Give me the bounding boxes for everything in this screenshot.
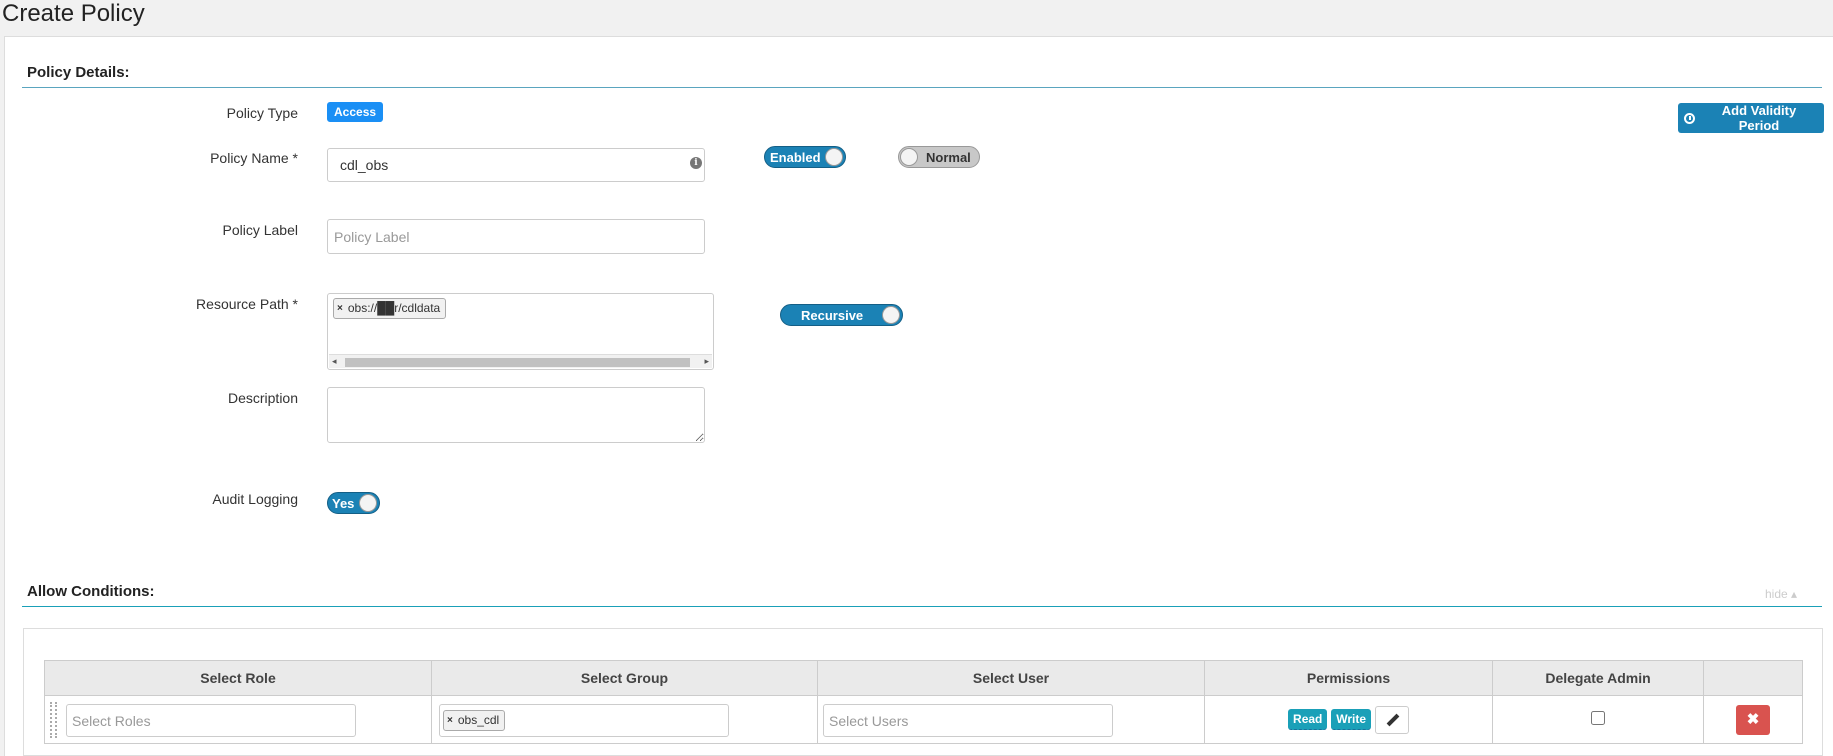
recursive-toggle[interactable]: Recursive xyxy=(780,304,903,326)
column-header-permissions: Permissions xyxy=(1204,660,1493,696)
hide-link[interactable]: hide ▴ xyxy=(1765,587,1797,601)
select-user-cell xyxy=(817,695,1205,744)
policy-label-label: Policy Label xyxy=(222,222,299,238)
policy-type-label: Policy Type xyxy=(226,105,298,121)
select-group-cell: × obs_cdl xyxy=(431,695,818,744)
toggle-knob xyxy=(825,148,843,166)
info-icon[interactable]: i xyxy=(690,157,702,169)
description-textarea[interactable] xyxy=(327,387,705,443)
horizontal-scrollbar[interactable]: ◂ ▸ xyxy=(329,354,712,368)
resource-path-label: Resource Path * xyxy=(196,296,298,312)
policy-label-input[interactable] xyxy=(327,219,705,254)
add-validity-period-button[interactable]: Add Validity Period xyxy=(1678,103,1824,133)
policy-name-input[interactable] xyxy=(327,148,705,182)
group-chip: × obs_cdl xyxy=(443,710,506,731)
scrollbar-thumb[interactable] xyxy=(345,358,690,367)
select-role-cell xyxy=(44,695,432,744)
column-header-select-user: Select User xyxy=(817,660,1205,696)
select-roles-input[interactable] xyxy=(66,704,356,737)
allow-conditions-title: Allow Conditions: xyxy=(27,583,155,600)
page-title: Create Policy xyxy=(2,0,145,27)
policy-details-header: Policy Details: xyxy=(22,64,1822,88)
add-validity-period-label: Add Validity Period xyxy=(1721,103,1797,133)
policy-details-title: Policy Details: xyxy=(27,64,130,81)
recursive-toggle-label: Recursive xyxy=(801,308,864,323)
edit-permissions-button[interactable] xyxy=(1374,705,1409,734)
pencil-icon xyxy=(1386,713,1400,726)
normal-toggle-label: Normal xyxy=(926,150,971,165)
drag-handle-icon[interactable] xyxy=(50,702,57,738)
actions-cell: ✖ xyxy=(1703,695,1803,744)
delegate-admin-cell xyxy=(1492,695,1704,744)
permissions-cell: Read Write xyxy=(1204,695,1493,744)
remove-chip-icon[interactable]: × xyxy=(447,711,453,730)
audit-logging-toggle[interactable]: Yes xyxy=(327,492,380,514)
column-header-select-group: Select Group xyxy=(431,660,818,696)
enabled-toggle-label: Enabled xyxy=(770,150,821,165)
column-header-select-role: Select Role xyxy=(44,660,432,696)
allow-conditions-table: Select Role Select Group Select User Per… xyxy=(44,660,1803,744)
permission-tag-write[interactable]: Write xyxy=(1331,709,1372,730)
resource-path-chip-label: obs://██r/cdldata xyxy=(347,301,441,315)
toggle-knob xyxy=(900,148,918,166)
allow-conditions-header: Allow Conditions: xyxy=(22,583,1822,607)
resource-path-chip: × obs://██r/cdldata xyxy=(333,298,447,319)
audit-logging-label: Audit Logging xyxy=(212,491,298,507)
remove-chip-icon[interactable]: × xyxy=(337,299,343,318)
delete-row-button[interactable]: ✖ xyxy=(1736,704,1770,735)
select-users-input[interactable] xyxy=(823,704,1113,737)
enabled-toggle[interactable]: Enabled xyxy=(764,146,846,168)
group-chip-label: obs_cdl xyxy=(457,713,500,727)
delegate-admin-checkbox[interactable] xyxy=(1591,711,1605,725)
clock-icon xyxy=(1684,112,1695,124)
table-row: × obs_cdl Read Write ✖ xyxy=(44,695,1803,744)
audit-logging-toggle-label: Yes xyxy=(332,496,355,511)
table-header-row: Select Role Select Group Select User Per… xyxy=(44,660,1803,696)
policy-name-label: Policy Name * xyxy=(210,150,298,166)
scroll-right-icon[interactable]: ▸ xyxy=(704,356,709,367)
column-header-delegate-admin: Delegate Admin xyxy=(1492,660,1704,696)
toggle-knob xyxy=(882,306,900,324)
permission-tag-read[interactable]: Read xyxy=(1288,709,1328,730)
select-group-input[interactable]: × obs_cdl xyxy=(439,704,729,737)
resource-path-input[interactable]: × obs://██r/cdldata ◂ ▸ xyxy=(327,293,714,370)
normal-toggle[interactable]: Normal xyxy=(898,146,980,168)
scroll-left-icon[interactable]: ◂ xyxy=(332,356,337,367)
policy-type-badge: Access xyxy=(327,102,384,122)
toggle-knob xyxy=(359,494,377,512)
description-label: Description xyxy=(227,390,298,406)
column-header-actions xyxy=(1703,660,1803,696)
